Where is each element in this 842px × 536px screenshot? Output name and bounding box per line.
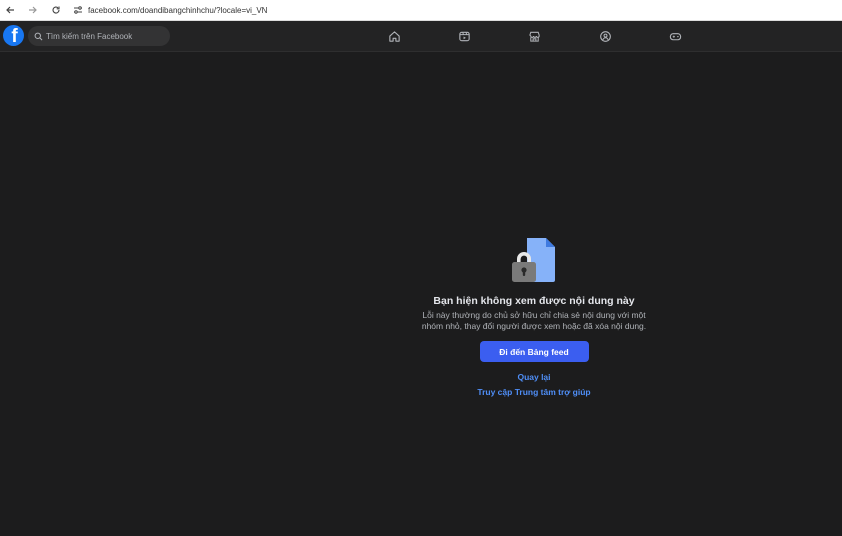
back-arrow-icon[interactable] [0,0,20,20]
tab-gaming[interactable] [666,27,684,45]
locked-document-icon [512,238,555,282]
facebook-logo[interactable]: f [3,25,24,46]
browser-toolbar: facebook.com/doandibangchinhchu/?locale=… [0,0,842,21]
address-bar-url[interactable]: facebook.com/doandibangchinhchu/?locale=… [88,6,267,15]
video-icon [458,31,470,41]
go-to-feed-button[interactable]: Đi đến Bảng feed [479,341,589,362]
help-center-link[interactable]: Truy cập Trung tâm trợ giúp [477,387,590,397]
error-description-line1: Lỗi này thường do chủ sở hữu chỉ chia sẻ… [422,310,646,320]
error-description: Lỗi này thường do chủ sở hữu chỉ chia sẻ… [414,310,654,332]
content-unavailable-panel: Bạn hiện không xem được nội dung này Lỗi… [384,235,684,397]
tab-groups[interactable] [596,27,614,45]
forward-arrow-icon[interactable] [23,0,43,20]
groups-icon [599,30,611,42]
tab-marketplace[interactable] [525,27,543,45]
error-description-line2: nhóm nhỏ, thay đổi người được xem hoặc đ… [421,321,647,331]
tab-video[interactable] [455,27,473,45]
gaming-icon [669,32,681,40]
site-info-icon[interactable] [70,0,86,20]
search-input[interactable] [46,31,166,41]
error-title: Bạn hiện không xem được nội dung này [433,295,635,307]
search-box[interactable] [28,26,170,46]
tab-home[interactable] [385,27,403,45]
home-icon [388,30,400,42]
search-icon [34,32,43,40]
back-link[interactable]: Quay lại [517,372,550,382]
logo-letter: f [11,26,18,46]
reload-icon[interactable] [46,0,66,20]
facebook-top-nav: f [0,21,842,52]
marketplace-icon [528,31,540,42]
